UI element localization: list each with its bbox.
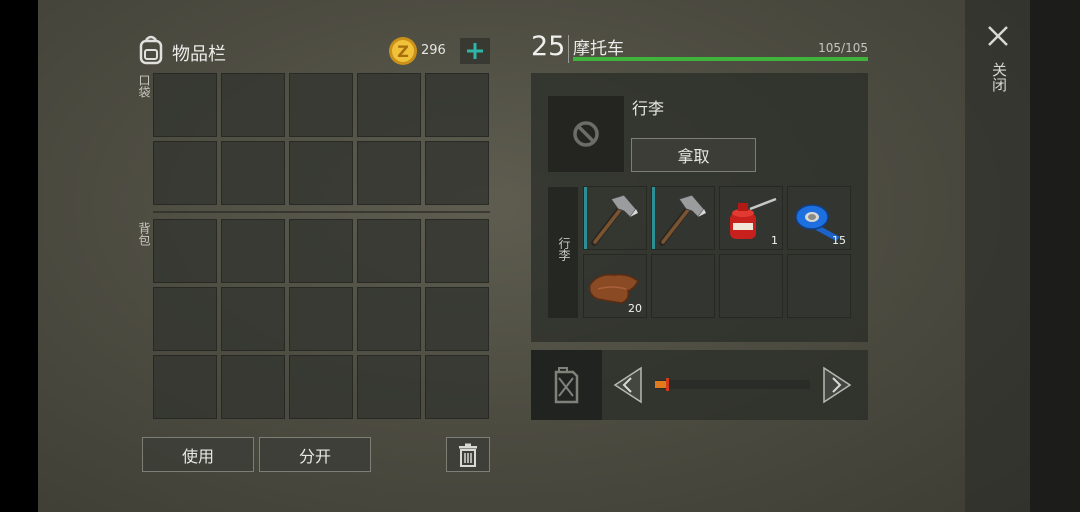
durability-bar-fill	[573, 57, 868, 61]
jerrycan-icon	[554, 367, 579, 404]
backpack-slot[interactable]	[425, 287, 489, 351]
storage-slot[interactable]	[787, 254, 851, 318]
pocket-slot[interactable]	[357, 141, 421, 205]
section-divider	[153, 211, 490, 213]
arrow-left-icon	[613, 366, 642, 404]
pocket-slot[interactable]	[357, 73, 421, 137]
item-quantity: 15	[832, 234, 846, 247]
backpack-slot[interactable]	[153, 219, 217, 283]
pockets-label: 口袋	[137, 74, 151, 98]
pocket-slot[interactable]	[221, 141, 285, 205]
fuel-slider-handle[interactable]	[666, 378, 670, 391]
vehicle-level: 25	[531, 31, 566, 62]
storage-slot[interactable]	[651, 186, 715, 250]
plus-icon	[467, 43, 483, 59]
fuel-slot[interactable]	[531, 350, 602, 420]
backpack-slot[interactable]	[425, 355, 489, 419]
attachment-slot[interactable]	[548, 96, 624, 172]
close-icon	[988, 26, 1008, 46]
pocket-slot[interactable]	[425, 141, 489, 205]
storage-slot[interactable]: 1	[719, 186, 783, 250]
backpack-slot[interactable]	[357, 355, 421, 419]
arrow-right-icon	[823, 366, 852, 404]
use-button[interactable]: 使用	[142, 437, 254, 472]
hatchet-icon	[659, 194, 706, 246]
fuel-decrease-button[interactable]	[611, 366, 647, 404]
pocket-slot[interactable]	[153, 141, 217, 205]
blocked-icon	[573, 121, 599, 147]
item-quantity: 1	[771, 234, 778, 247]
storage-slot[interactable]	[719, 254, 783, 318]
coin-icon: Z	[388, 36, 418, 66]
inventory-title: 物品栏	[172, 44, 226, 65]
durability-bar-track	[573, 57, 868, 61]
vehicle-name: 摩托车	[573, 39, 624, 59]
backpack-slot[interactable]	[153, 355, 217, 419]
header-divider	[568, 35, 569, 63]
backpack-slot[interactable]	[357, 219, 421, 283]
pocket-slot[interactable]	[153, 73, 217, 137]
fuel-increase-button[interactable]	[818, 366, 854, 404]
pocket-slot[interactable]	[289, 73, 353, 137]
add-currency-button[interactable]	[460, 38, 490, 64]
pocket-slot[interactable]	[289, 141, 353, 205]
split-button[interactable]: 分开	[259, 437, 371, 472]
backpack-slot[interactable]	[221, 219, 285, 283]
fuel-slider-track[interactable]	[655, 378, 810, 391]
take-button[interactable]: 拿取	[631, 138, 756, 172]
backpack-slot[interactable]	[221, 355, 285, 419]
close-label: 关闭	[990, 62, 1008, 92]
backpack-slot[interactable]	[357, 287, 421, 351]
storage-slot[interactable]: 15	[787, 186, 851, 250]
item-quantity: 20	[628, 302, 642, 315]
storage-slot[interactable]: 20	[583, 254, 647, 318]
trash-button[interactable]	[446, 437, 490, 472]
close-button[interactable]: 关闭	[982, 22, 1014, 102]
storage-label-tab: 行李	[548, 187, 578, 318]
equipped-marker	[584, 187, 587, 249]
pocket-slot[interactable]	[221, 73, 285, 137]
storage-slot[interactable]	[583, 186, 647, 250]
backpack-slot[interactable]	[289, 219, 353, 283]
hatchet-icon	[591, 194, 638, 246]
pocket-slot[interactable]	[425, 73, 489, 137]
backpack-slot[interactable]	[289, 355, 353, 419]
backpack-slot[interactable]	[289, 287, 353, 351]
vehicle-durability-text: 105/105	[818, 41, 868, 55]
equipped-marker	[652, 187, 655, 249]
backpack-slot[interactable]	[221, 287, 285, 351]
screen-edge	[1030, 0, 1080, 512]
trash-icon	[459, 443, 477, 467]
currency-amount: 296	[421, 43, 446, 58]
attachment-label: 行李	[632, 99, 665, 118]
backpack-icon	[135, 33, 167, 65]
storage-label: 行李	[557, 237, 571, 261]
storage-slot[interactable]	[651, 254, 715, 318]
svg-text:Z: Z	[397, 42, 409, 61]
backpack-label: 背包	[137, 222, 151, 246]
backpack-slot[interactable]	[153, 287, 217, 351]
backpack-slot[interactable]	[425, 219, 489, 283]
